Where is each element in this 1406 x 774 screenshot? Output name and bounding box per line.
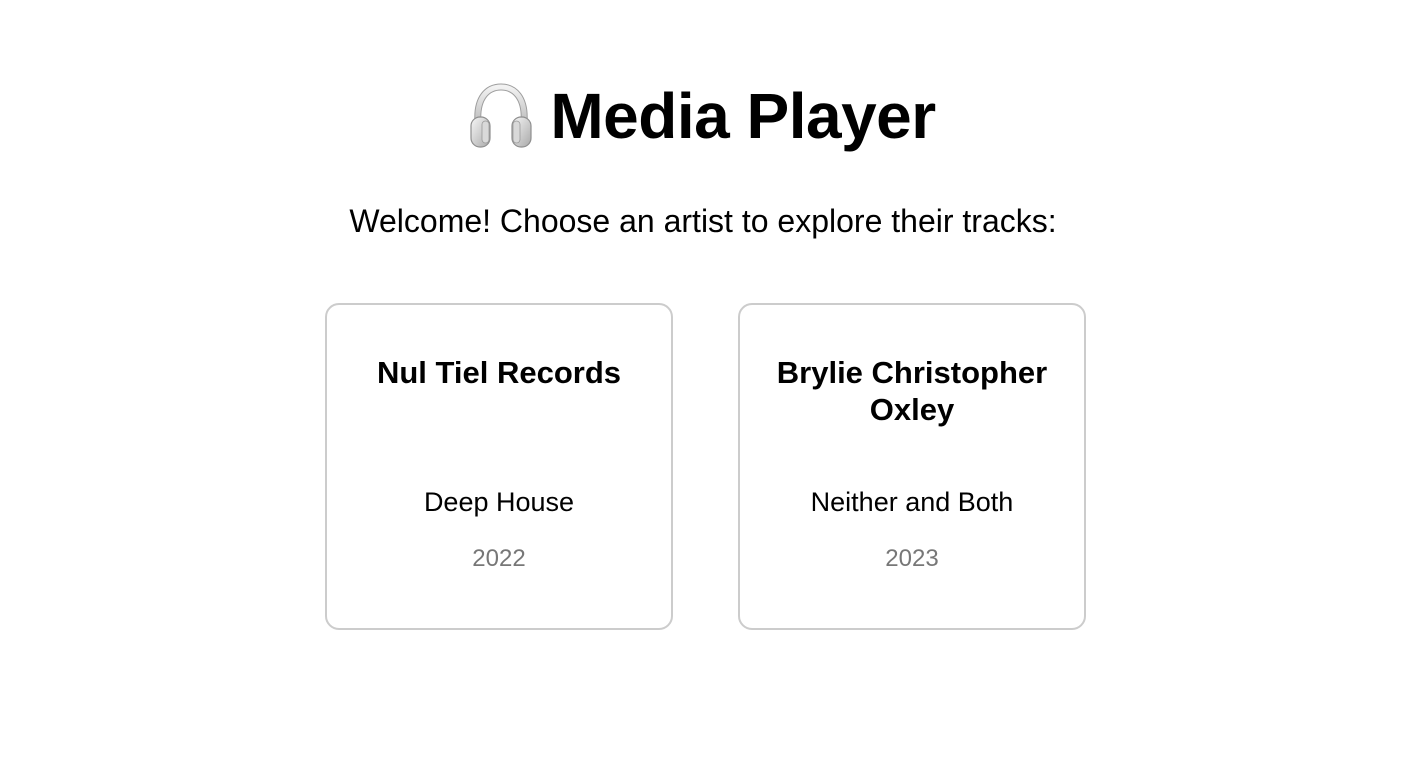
album-title: Neither and Both: [810, 487, 1014, 517]
album-year: 2023: [885, 545, 939, 572]
page-title: Media Player: [550, 80, 936, 152]
welcome-text: Welcome! Choose an artist to explore the…: [349, 203, 1057, 239]
header: Media Player: [0, 74, 1406, 158]
headphones-icon: [470, 83, 532, 148]
album-year: 2022: [472, 545, 526, 572]
artist-name: Brylie Christopher Oxley: [776, 355, 1048, 427]
artist-card-nul-tiel-records[interactable]: Nul Tiel Records Deep House 2022: [325, 303, 673, 630]
artist-name: Nul Tiel Records: [376, 355, 622, 390]
artist-card-brylie-christopher-oxley[interactable]: Brylie Christopher Oxley Neither and Bot…: [738, 303, 1086, 630]
page: Media Player Welcome! Choose an artist t…: [0, 0, 1406, 774]
artist-list: Nul Tiel Records Deep House 2022 Brylie …: [325, 303, 1086, 630]
album-title: Deep House: [423, 487, 575, 517]
